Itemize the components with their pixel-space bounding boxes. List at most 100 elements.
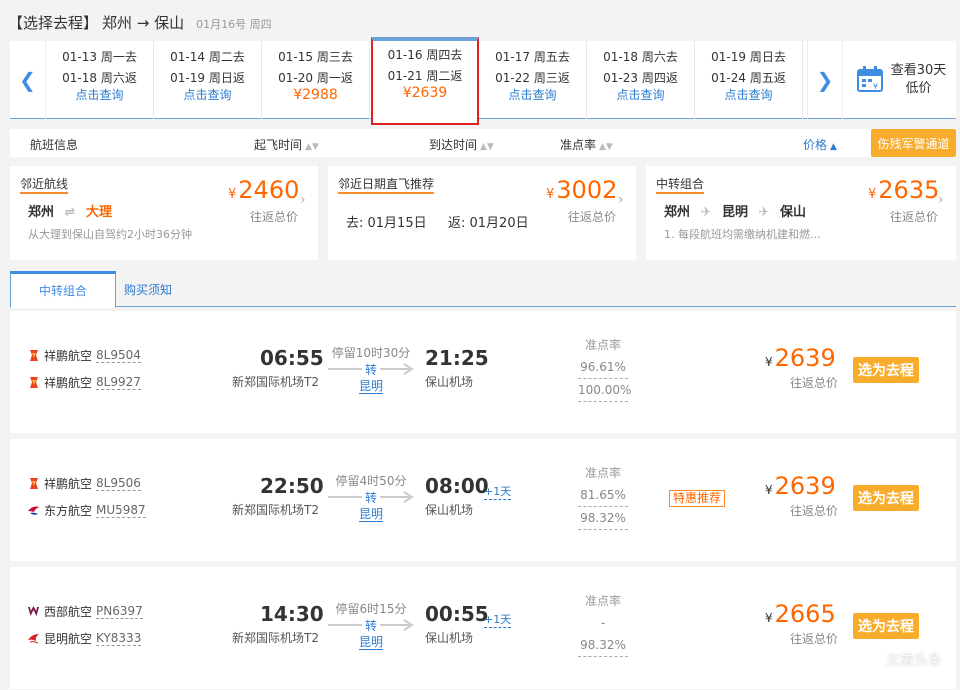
rec-card-transfer[interactable]: 中转组合 ¥2635 往返总价 › 郑州 ✈ 昆明 ✈ 保山 1. 每段航班均需… <box>646 166 956 260</box>
date-go: 01-17 周五去 <box>495 50 570 64</box>
sort-updown-icon: ▲▼ <box>480 142 494 152</box>
flight-number[interactable]: 8L9504 <box>96 348 141 363</box>
plus-day-link[interactable]: +1天 <box>484 611 512 628</box>
ontime-value: - <box>600 616 606 630</box>
flight-number[interactable]: 8L9506 <box>96 476 141 491</box>
arrive-time: 21:25 <box>425 346 489 370</box>
tab-transfer-combo[interactable]: 中转组合 <box>10 271 116 308</box>
date-query-link[interactable]: 点击查询 <box>587 86 694 104</box>
airline-name: 东方航空 <box>44 504 93 518</box>
sort-depart-time[interactable]: 起飞时间 ▲▼ <box>254 136 319 153</box>
arrive-airport: 保山机场 <box>425 375 474 389</box>
sort-up-icon: ▲ <box>830 142 837 152</box>
flight-price-sub: 往返总价 <box>790 504 839 518</box>
next-dates-arrow-icon[interactable]: ❯ <box>807 41 843 119</box>
date-back: 01-22 周三返 <box>495 71 570 85</box>
rec-price-value: 2460 <box>238 176 300 204</box>
flight-number[interactable]: MU5987 <box>96 503 146 518</box>
flight-price-value: 2639 <box>774 472 836 500</box>
flight-price: ¥2639 <box>765 472 836 500</box>
transfer-arrow-row: 转 <box>328 361 414 377</box>
date-strip: ❮ 01-13 周一去 01-18 周六返 点击查询 01-14 周二去 01-… <box>10 37 956 125</box>
flight-number[interactable]: PN6397 <box>96 604 143 619</box>
depart-time: 06:55 <box>260 346 324 370</box>
flight-card: 祥鹏航空 8L9504 祥鹏航空 8L9927 06:55 新郑国际机场T2 停留1… <box>10 311 956 433</box>
date-back: 01-19 周日返 <box>170 71 245 85</box>
sort-ontime[interactable]: 准点率 ▲▼ <box>560 136 613 153</box>
flight-price: ¥2665 <box>765 600 836 628</box>
select-outbound-button[interactable]: 选为去程 <box>853 613 919 639</box>
special-offer-badge: 特惠推荐 <box>669 490 726 507</box>
watermark: 文旅头条 <box>886 653 942 669</box>
date-back: 01-21 周二返 <box>387 69 463 83</box>
date-query-link[interactable]: 点击查询 <box>695 86 802 104</box>
airline-name: 祥鹏航空 <box>44 477 93 491</box>
rec-city: 昆明 <box>721 205 748 220</box>
tab-bar: 中转组合 购买须知 <box>10 271 956 308</box>
rec-note: 1. 每段航班均需缴纳机建和燃... <box>664 228 821 241</box>
date-cell-0118[interactable]: 01-18 周六去 01-23 周四返 点击查询 <box>587 41 695 119</box>
sort-price[interactable]: 价格 ▲ <box>803 136 837 153</box>
date-go: 01-19 周日去 <box>711 50 786 64</box>
date-cell-0115[interactable]: 01-15 周三去 01-20 周一返 ¥2988 <box>262 41 370 119</box>
date-query-link[interactable]: 点击查询 <box>479 86 586 104</box>
transfer-label: 转 <box>361 619 380 633</box>
ontime-value: 96.61% <box>578 356 628 379</box>
date-cell-0119[interactable]: 01-19 周日去 01-24 周五返 点击查询 <box>695 41 803 119</box>
rec-card-nearby-route[interactable]: 邻近航线 ¥2460 往返总价 › 郑州 ⇌ 大理 从大理到保山自驾约2小时36… <box>10 166 318 260</box>
date-cell-0114[interactable]: 01-14 周二去 01-19 周日返 点击查询 <box>154 41 262 119</box>
date-cell-0117[interactable]: 01-17 周五去 01-22 周三返 点击查询 <box>479 41 587 119</box>
sort-arrive-time[interactable]: 到达时间 ▲▼ <box>429 136 494 153</box>
flight-number[interactable]: KY8333 <box>96 631 142 646</box>
date-go: 01-14 周二去 <box>170 50 245 64</box>
swap-arrows-icon: ⇌ <box>64 205 76 220</box>
calendar-label-line1: 查看30天 <box>890 63 947 78</box>
select-outbound-button[interactable]: 选为去程 <box>853 357 919 383</box>
date-price: ¥2988 <box>293 87 338 103</box>
rec-note: 从大理到保山自驾约2小时36分钟 <box>28 228 192 241</box>
flight-price-sub: 往返总价 <box>790 376 839 390</box>
stop-duration: 停留10时30分 <box>331 346 411 360</box>
chevron-right-icon: › <box>618 192 624 208</box>
transfer-label: 转 <box>361 491 380 505</box>
rec-price: ¥2460 <box>228 176 300 204</box>
plus-day-link[interactable]: +1天 <box>484 483 512 500</box>
flight-leg: 昆明航空 KY8333 <box>27 630 142 647</box>
route-title: 郑州 → 保山 <box>102 14 185 32</box>
plane-icon: ✈ <box>700 205 712 220</box>
rec-price: ¥3002 <box>546 176 618 204</box>
date-back: 01-20 周一返 <box>278 71 353 85</box>
flight-card: 祥鹏航空 8L9506 东方航空 MU5987 22:50 新郑国际机场T2 停留4… <box>10 439 956 561</box>
rec-title: 邻近日期直飞推荐 <box>338 177 435 194</box>
depart-time: 14:30 <box>260 602 324 626</box>
tab-purchase-notice[interactable]: 购买须知 <box>124 271 172 307</box>
depart-airport: 新郑国际机场T2 <box>232 503 319 517</box>
select-outbound-button[interactable]: 选为去程 <box>853 485 919 511</box>
transfer-city-link[interactable]: 昆明 <box>358 379 383 394</box>
transfer-city-link[interactable]: 昆明 <box>358 507 383 522</box>
rec-card-nearby-date[interactable]: 邻近日期直飞推荐 ¥3002 往返总价 › 去: 01月15日 返: 01月20… <box>328 166 636 260</box>
chevron-right-icon: › <box>300 192 306 208</box>
transfer-info: 停留6时15分 转 昆明 <box>328 600 414 650</box>
date-cell-0116-selected[interactable]: 01-16 周四去 01-21 周二返 ¥2639 <box>371 37 479 125</box>
calendar-lowprice-button[interactable]: ¥ 查看30天 低价 <box>845 41 956 119</box>
west-air-logo-icon <box>27 605 40 618</box>
rec-price-value: 3002 <box>556 176 618 204</box>
military-channel-button[interactable]: 伤残军警通道 <box>871 129 956 157</box>
sort-arrive-label: 到达时间 <box>429 138 478 152</box>
ontime-title: 准点率 <box>584 594 621 608</box>
ontime-value: 98.32% <box>578 634 628 657</box>
sort-depart-label: 起飞时间 <box>254 138 303 152</box>
sort-price-label: 价格 <box>803 138 828 152</box>
prev-dates-arrow-icon[interactable]: ❮ <box>10 41 46 119</box>
date-query-link[interactable]: 点击查询 <box>154 86 261 104</box>
sort-ontime-label: 准点率 <box>560 138 597 152</box>
flight-leg: 西部航空 PN6397 <box>27 603 143 620</box>
flight-number[interactable]: 8L9927 <box>96 375 141 390</box>
rec-price-sub: 往返总价 <box>568 210 617 224</box>
date-query-link[interactable]: 点击查询 <box>46 86 153 104</box>
date-cell-0113[interactable]: 01-13 周一去 01-18 周六返 点击查询 <box>46 41 154 119</box>
transfer-city-link[interactable]: 昆明 <box>358 635 383 650</box>
flight-price-value: 2639 <box>774 344 836 372</box>
date-price: ¥2639 <box>402 85 448 101</box>
